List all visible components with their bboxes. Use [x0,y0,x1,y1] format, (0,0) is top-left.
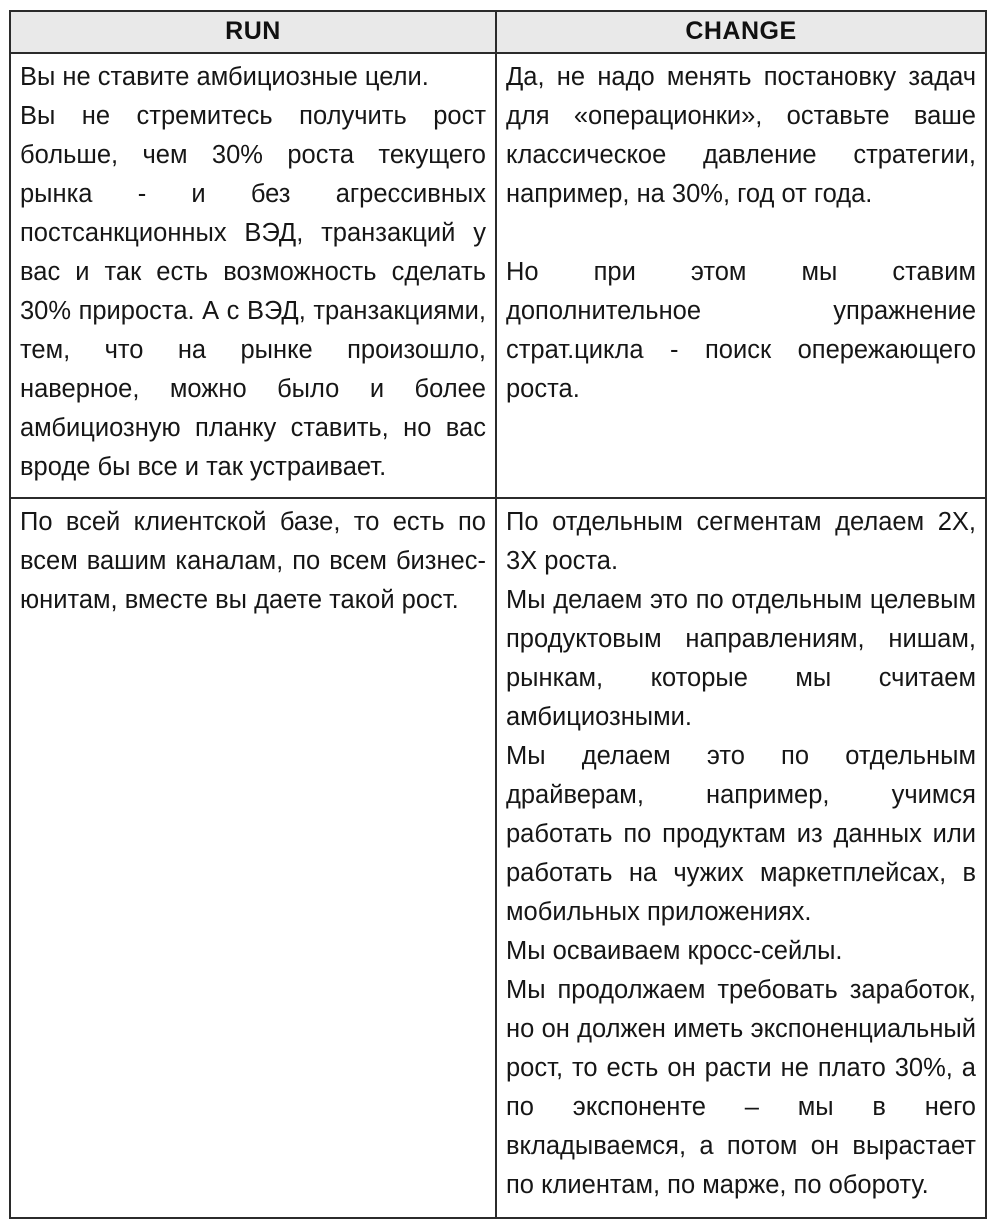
table-body: Вы не ставите амбициозные цели. Вы не ст… [9,52,987,1219]
column-header-run: RUN [9,10,497,54]
cell-run-row-2: По всей клиентской базе, то есть по всем… [9,497,497,1219]
cell-change-row-1: Да, не надо менять постановку задач для … [495,52,987,499]
cell-run-row-2-text: По всей клиентской базе, то есть по всем… [20,503,486,620]
cell-change-row-1-text: Да, не надо менять постановку задач для … [506,58,976,409]
paragraph: Мы делаем это по отдельным целевым проду… [506,586,976,731]
table-row: По всей клиентской базе, то есть по всем… [9,497,987,1219]
paragraph: Мы продолжаем требовать заработок, но он… [506,976,976,1199]
paragraph: Вы не ставите амбициозные цели. [20,63,429,91]
table-header-row: RUN CHANGE [9,10,987,54]
table-row: Вы не ставите амбициозные цели. Вы не ст… [9,52,987,499]
table-header: RUN CHANGE [9,10,987,54]
paragraph: По отдельным сегментам делаем 2Х, 3Х рос… [506,508,976,575]
cell-change-row-2-text: По отдельным сегментам делаем 2Х, 3Х рос… [506,503,976,1205]
cell-run-row-1-text: Вы не ставите амбициозные цели. Вы не ст… [20,58,486,487]
paragraph: Мы делаем это по отдельным драйверам, на… [506,742,976,926]
cell-run-row-1: Вы не ставите амбициозные цели. Вы не ст… [9,52,497,499]
paragraph: Вы не стремитесь получить рост больше, ч… [20,102,486,481]
paragraph: Мы осваиваем кросс-сейлы. [506,937,843,965]
column-header-change: CHANGE [495,10,987,54]
run-change-comparison-table: RUN CHANGE Вы не ставите амбициозные цел… [9,10,987,1219]
document-page: RUN CHANGE Вы не ставите амбициозные цел… [0,0,995,1219]
paragraph: Да, не надо менять постановку задач для … [506,63,976,208]
paragraph: По всей клиентской базе, то есть по всем… [20,508,486,614]
cell-change-row-2: По отдельным сегментам делаем 2Х, 3Х рос… [495,497,987,1219]
paragraph: Но при этом мы ставим дополнительное упр… [506,258,976,403]
